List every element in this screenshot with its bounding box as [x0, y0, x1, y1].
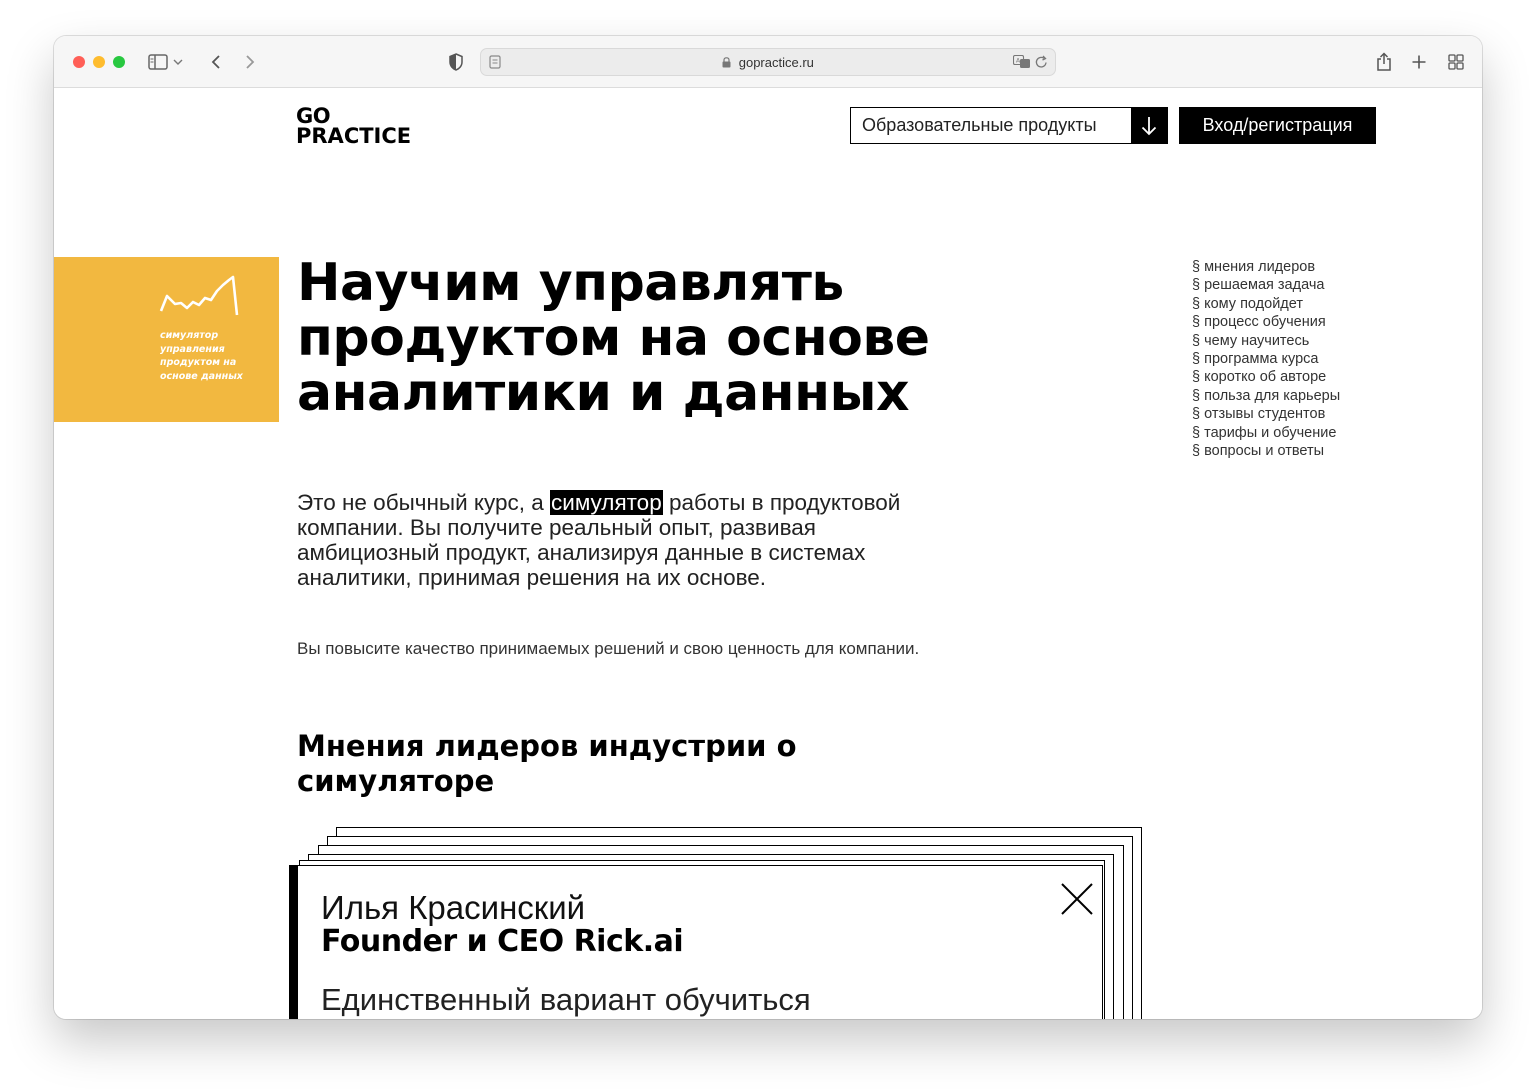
shield-icon[interactable]: [444, 50, 468, 74]
chart-line-icon: [159, 275, 239, 316]
minimize-window-button[interactable]: [93, 56, 105, 68]
lock-icon: [722, 55, 739, 70]
arrow-down-icon: [1131, 108, 1167, 143]
forward-icon[interactable]: [238, 50, 262, 74]
address-bar[interactable]: gopractice.ru A: [480, 48, 1056, 76]
hero-lead: Это не обычный курс, а симулятор работы …: [297, 490, 957, 590]
testimonial-quote: Единственный вариант обучиться: [321, 982, 811, 1017]
toc-item[interactable]: § кому подойдет: [1192, 295, 1340, 313]
url-text: gopractice.ru: [481, 55, 1055, 70]
close-icon[interactable]: [1060, 882, 1094, 916]
back-icon[interactable]: [204, 50, 228, 74]
toc-item[interactable]: § мнения лидеров: [1192, 258, 1340, 276]
lead-text-start: Это не обычный курс, а: [297, 490, 551, 515]
toc-item[interactable]: § отзывы студентов: [1192, 405, 1340, 423]
testimonial-name: Илья Красинский: [321, 889, 586, 926]
badge-caption: симулятор управления продуктом на основе…: [160, 330, 243, 382]
plus-icon[interactable]: [1407, 50, 1431, 74]
logo-line1: GO: [296, 104, 331, 128]
toc-item[interactable]: § программа курса: [1192, 350, 1340, 368]
toc-item[interactable]: § польза для карьеры: [1192, 387, 1340, 405]
hero-title: Научим управлять продуктом на основе ана…: [297, 253, 930, 423]
browser-toolbar: gopractice.ru A: [54, 36, 1482, 88]
logo-line2: PRACTICE: [296, 124, 412, 148]
simulator-badge: симулятор управления продуктом на основе…: [54, 257, 279, 422]
sidebar-icon[interactable]: [146, 50, 170, 74]
browser-window: gopractice.ru A GO PRACTICE Образователь…: [54, 36, 1482, 1019]
toc-item[interactable]: § чему научитесь: [1192, 332, 1340, 350]
zoom-window-button[interactable]: [113, 56, 125, 68]
lead-highlight: симулятор: [550, 490, 663, 515]
reload-icon[interactable]: [1035, 55, 1048, 74]
gopractice-logo[interactable]: GO PRACTICE: [296, 104, 412, 148]
close-window-button[interactable]: [73, 56, 85, 68]
translate-icon[interactable]: A: [1012, 54, 1031, 74]
toc-item[interactable]: § решаемая задача: [1192, 276, 1340, 294]
toc-item[interactable]: § тарифы и обучение: [1192, 424, 1340, 442]
toc-item[interactable]: § процесс обучения: [1192, 313, 1340, 331]
products-dropdown-button[interactable]: Образовательные продукты: [850, 107, 1168, 144]
share-icon[interactable]: [1372, 50, 1396, 74]
section-nav: § мнения лидеров § решаемая задача § ком…: [1192, 258, 1340, 460]
toc-item[interactable]: § коротко об авторе: [1192, 368, 1340, 386]
testimonial-card: Илья Красинский Founder и CEO Rick.ai Ед…: [289, 865, 1103, 1019]
testimonial-role: Founder и CEO Rick.ai: [321, 924, 684, 959]
products-label: Образовательные продукты: [862, 115, 1097, 135]
login-button[interactable]: Вход/регистрация: [1179, 107, 1376, 144]
page-content: GO PRACTICE Образовательные продукты Вхо…: [54, 88, 1482, 1019]
opinions-title: Мнения лидеров индустрии о симуляторе: [297, 729, 797, 798]
tabs-grid-icon[interactable]: [1444, 50, 1468, 74]
toc-item[interactable]: § вопросы и ответы: [1192, 442, 1340, 460]
hero-subtext: Вы повысите качество принимаемых решений…: [297, 639, 920, 658]
chevron-down-icon[interactable]: [171, 50, 185, 74]
